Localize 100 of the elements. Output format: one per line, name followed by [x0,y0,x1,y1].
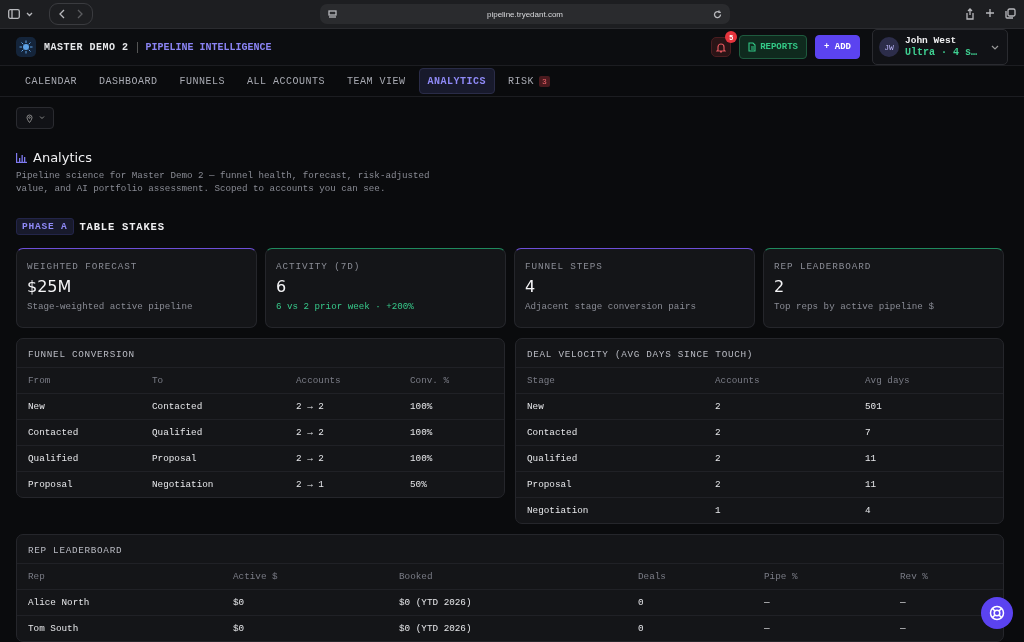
phase-label: PHASE A [16,218,74,235]
nav-tab[interactable]: FUNNELS [170,68,235,95]
table-cell-text: 2 [715,427,722,438]
user-plan: Ultra · 4 s… [905,47,977,60]
stat-value: 4 [525,277,537,296]
stat-label: FUNNEL STEPS [525,261,604,272]
table-cell-text: $0 [233,623,246,634]
table-cell-text: Contacted [527,427,579,438]
help-button[interactable] [981,597,1013,629]
stat-label: ACTIVITY (7D) [276,261,362,272]
table-cell-text: — [900,597,907,608]
table-title: DEAL VELOCITY (AVG DAYS SINCE TOUCH) [516,339,1003,368]
nav-tab[interactable]: CALENDAR [16,68,86,95]
table-cell-text: 7 [865,427,872,438]
table-cell-text: 0 [638,623,645,634]
column-header: Stage [527,375,556,386]
user-avatar: JW [879,37,899,58]
tabs-icon[interactable] [1005,8,1016,20]
table-cell-text: New [28,401,46,412]
url-text: pipeline.tryedant.com [486,9,563,19]
column-header: Deals [638,571,667,582]
table-cell-text: 100% [410,401,434,412]
table-cell-text: Proposal [527,479,573,490]
table-cell-text: $0 [233,597,246,608]
column-header: From [28,375,52,386]
nav-tab[interactable]: TEAM VIEW [338,68,415,95]
table-cell-text: 100% [410,453,434,464]
table-title: REP LEADERBOARD [17,535,1003,564]
nav-tab[interactable]: ANALYTICS [418,68,496,95]
stat-label: WEIGHTED FORECAST [27,261,139,272]
add-button[interactable]: + ADD [814,35,860,60]
table-cell-text: 2 → 2 [296,401,325,412]
stat-note: Adjacent stage conversion pairs [525,301,697,312]
table-cell-text: Tom South [28,623,80,634]
column-header: Booked [399,571,434,582]
table-cell-text: Alice North [28,597,91,608]
table-cell-text: 1 [715,505,722,516]
share-icon[interactable] [965,8,975,21]
table-cell-text: 50% [410,479,428,490]
help-icon [989,605,1005,621]
table-cell-text: Qualified [152,427,204,438]
table-cell-text: 0 [638,597,645,608]
table-cell-text: 100% [410,427,434,438]
table-cell-text: 4 [865,505,872,516]
chevron-down-icon [38,116,45,120]
count-badge: 3 [539,75,551,87]
column-header: Accounts [296,375,342,386]
table-cell-text: Negotiation [152,479,215,490]
stat-value: 2 [774,277,786,296]
document-icon [748,42,757,53]
column-header: Conv. % [410,375,451,386]
table-cell-text: 11 [865,453,878,464]
table-cell-text: 2 → 2 [296,427,325,438]
stat-value: $25M [27,277,73,296]
column-header: To [152,375,165,386]
table-cell-text: Qualified [28,453,80,464]
column-header: Rev % [900,571,929,582]
chevron-down-icon [991,44,999,50]
table-cell-text: Proposal [28,479,74,490]
page-title: Analytics [33,150,93,165]
sidebar-icon[interactable] [8,9,20,20]
nav-tab[interactable]: RISK 3 [499,68,560,95]
table-cell-text: 2 [715,453,722,464]
table-cell-text: Contacted [28,427,80,438]
table-cell-text: — [900,623,907,634]
product-name: PIPELINE INTELLIGENCE [145,41,272,53]
chevron-down-icon[interactable] [26,11,33,17]
column-header: Pipe % [764,571,799,582]
plus-icon[interactable] [985,8,995,19]
bell-icon [716,41,727,53]
logo-icon [16,37,36,58]
table-cell-text: New [527,401,545,412]
table-cell-text: Qualified [527,453,579,464]
workspace-name: MASTER DEMO 2 [44,41,129,53]
table-cell-text: 2 → 2 [296,453,325,464]
table-title: FUNNEL CONVERSION [17,339,504,368]
table-cell-text: 2 → 1 [296,479,325,490]
nav-tab[interactable]: ALL ACCOUNTS [238,68,335,95]
table-cell-text: 2 [715,479,722,490]
reload-icon[interactable] [713,9,722,19]
table-cell-text: 501 [865,401,883,412]
column-header: Accounts [715,375,761,386]
address-bar[interactable]: pipeline.tryedant.com [320,4,730,25]
table-cell-text: Contacted [152,401,204,412]
stat-note: Top reps by active pipeline $ [774,301,935,312]
table-cell-text: Proposal [152,453,198,464]
reports-button[interactable]: REPORTS [739,35,807,60]
location-pin-icon [25,113,33,123]
table-cell-text: Negotiation [527,505,590,516]
user-menu[interactable]: JW John West Ultra · 4 s… [872,29,1008,66]
stat-value: 6 [276,277,288,296]
column-header: Rep [28,571,46,582]
section-title: TABLE STAKES [79,220,165,233]
notifications-button[interactable] [711,37,732,58]
page-description: Pipeline science for Master Demo 2 — funnel health, forecast, risk-adjusted value, and AI portfolio assessment. Scoped to accounts you can see. [16,169,431,195]
stat-note: 6 vs 2 prior week · +200% [276,301,415,312]
table-cell-text: $0 (YTD 2026) [399,623,473,634]
table-cell-text: 11 [865,479,878,490]
nav-tab[interactable]: DASHBOARD [90,68,167,95]
user-name: John West [905,35,958,47]
